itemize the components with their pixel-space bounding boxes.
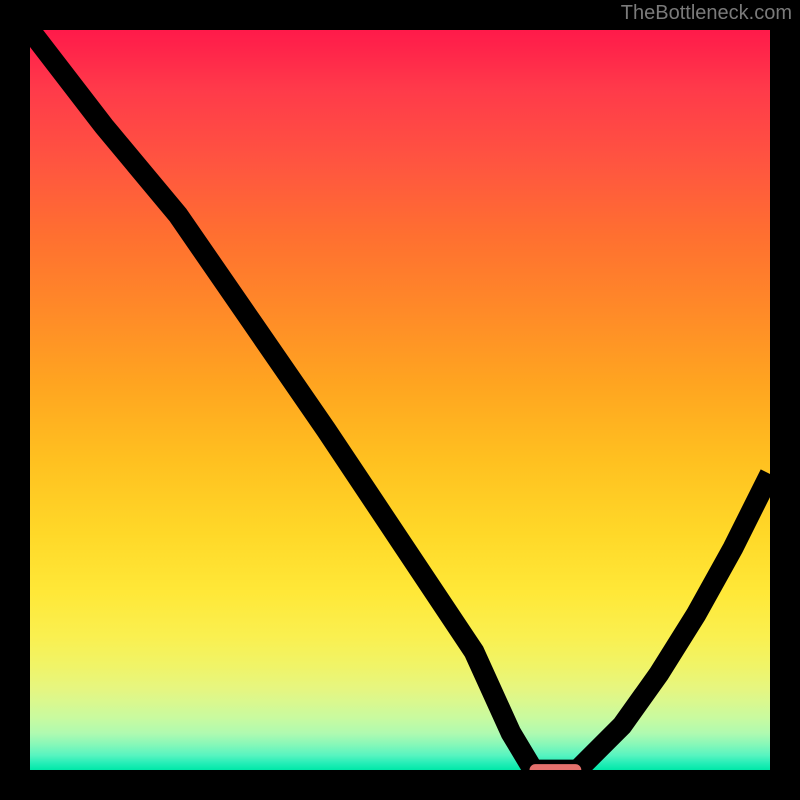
watermark-text: TheBottleneck.com — [621, 2, 792, 25]
chart-svg — [30, 30, 770, 770]
left-curve-line — [30, 30, 533, 770]
optimal-marker — [530, 764, 582, 770]
right-curve-line — [578, 474, 770, 770]
plot-area — [30, 30, 770, 770]
